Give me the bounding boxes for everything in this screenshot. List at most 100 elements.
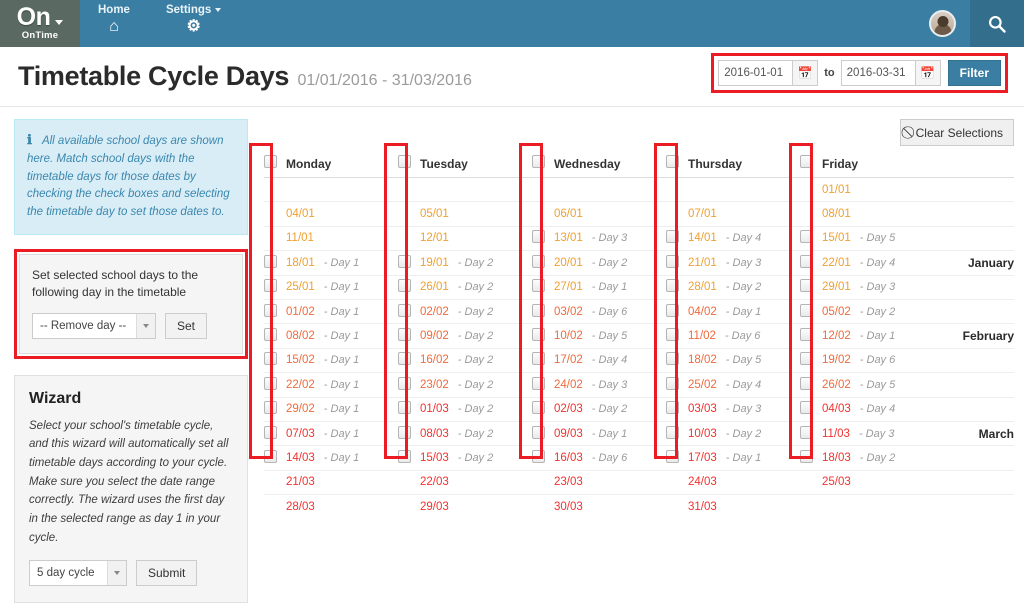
day-checkbox[interactable] (398, 352, 411, 366)
day-checkbox[interactable] (666, 254, 679, 268)
day-checkbox[interactable] (532, 376, 545, 390)
date-label: 16/02 (420, 354, 449, 367)
day-checkbox[interactable] (800, 352, 813, 366)
date-label: 01/03 (420, 403, 449, 416)
day-checkbox[interactable] (398, 376, 411, 390)
day-checkbox[interactable] (666, 352, 679, 366)
day-checkbox[interactable] (800, 303, 813, 317)
day-checkbox-cell (666, 372, 688, 398)
cycle-day-label: - Day 1 (323, 427, 360, 440)
cycle-day-label: - Day 3 (725, 403, 762, 416)
day-cell: 30/03 (554, 494, 666, 519)
month-cell (934, 201, 1014, 227)
select-all-wednesday-checkbox[interactable] (532, 155, 545, 168)
day-checkbox[interactable] (666, 425, 679, 439)
day-checkbox[interactable] (532, 303, 545, 317)
submit-button[interactable]: Submit (136, 560, 198, 587)
day-checkbox[interactable] (666, 376, 679, 390)
day-checkbox[interactable] (264, 303, 277, 317)
select-all-thursday-checkbox[interactable] (666, 155, 679, 168)
to-date-input[interactable] (840, 60, 915, 86)
date-label: 29/03 (420, 501, 449, 514)
month-cell (934, 372, 1014, 398)
day-checkbox-cell (264, 225, 286, 251)
select-all-monday-checkbox[interactable] (264, 155, 277, 168)
month-cell (934, 176, 1014, 202)
day-checkbox[interactable] (398, 303, 411, 317)
brand-top-row: On (17, 4, 64, 30)
day-cell: 19/01 - Day 2 (420, 250, 532, 276)
select-all-tuesday-checkbox[interactable] (398, 155, 411, 168)
day-checkbox-cell (666, 201, 688, 227)
day-checkbox[interactable] (398, 401, 411, 415)
day-checkbox[interactable] (264, 449, 277, 463)
date-label: 21/01 (688, 256, 717, 269)
day-checkbox[interactable] (264, 425, 277, 439)
column-header-monday: Monday (286, 151, 398, 178)
day-checkbox[interactable] (800, 279, 813, 293)
nav-item-home[interactable]: Home ⌂ (80, 0, 148, 47)
day-checkbox[interactable] (666, 449, 679, 463)
day-checkbox[interactable] (398, 328, 411, 342)
day-checkbox[interactable] (666, 401, 679, 415)
from-date-input[interactable] (718, 60, 793, 86)
day-checkbox-cell (398, 396, 420, 422)
day-checkbox[interactable] (800, 401, 813, 415)
day-checkbox[interactable] (264, 376, 277, 390)
day-checkbox[interactable] (264, 352, 277, 366)
date-label: 04/03 (822, 403, 851, 416)
day-checkbox[interactable] (800, 230, 813, 244)
cycle-day-label: - Day 2 (457, 256, 494, 269)
day-checkbox[interactable] (800, 425, 813, 439)
avatar[interactable] (929, 10, 956, 37)
day-checkbox[interactable] (532, 449, 545, 463)
cycle-day-label: - Day 1 (323, 330, 360, 343)
from-calendar-icon[interactable]: 📅 (792, 60, 819, 86)
day-checkbox[interactable] (666, 328, 679, 342)
cycle-day-label: - Day 4 (725, 378, 762, 391)
day-checkbox[interactable] (398, 449, 411, 463)
day-checkbox[interactable] (666, 279, 679, 293)
cycle-day-label: - Day 1 (323, 281, 360, 294)
day-cell: 14/01 - Day 4 (688, 225, 800, 251)
chevron-down-icon (215, 8, 222, 12)
day-checkbox[interactable] (264, 401, 277, 415)
day-checkbox[interactable] (532, 279, 545, 293)
set-button[interactable]: Set (165, 312, 208, 339)
select-all-friday-checkbox[interactable] (800, 155, 813, 168)
to-calendar-icon[interactable]: 📅 (914, 60, 941, 86)
day-checkbox[interactable] (398, 425, 411, 439)
day-checkbox[interactable] (532, 352, 545, 366)
day-checkbox[interactable] (800, 328, 813, 342)
day-checkbox[interactable] (264, 328, 277, 342)
timetable-day-select[interactable]: -- Remove day -- (32, 312, 156, 339)
day-checkbox-cell (532, 469, 554, 495)
brand-logo[interactable]: On OnTime (0, 0, 80, 47)
day-checkbox[interactable] (532, 328, 545, 342)
day-checkbox[interactable] (398, 279, 411, 293)
calendar-area: ⃠ Clear Selections Monday Tuesday Wednesda… (248, 119, 1014, 603)
set-day-panel-text: Set selected school days to the followin… (32, 268, 199, 300)
cycle-select[interactable]: 5 day cycle (29, 560, 127, 587)
day-checkbox[interactable] (800, 449, 813, 463)
day-checkbox[interactable] (532, 425, 545, 439)
day-checkbox[interactable] (532, 230, 545, 244)
day-checkbox[interactable] (532, 401, 545, 415)
filter-button[interactable]: Filter (947, 60, 1001, 86)
day-checkbox[interactable] (800, 254, 813, 268)
day-checkbox[interactable] (800, 376, 813, 390)
day-cell: 18/02 - Day 5 (688, 347, 800, 373)
nav-item-settings[interactable]: Settings ⚙ (148, 0, 239, 47)
day-checkbox[interactable] (264, 254, 277, 268)
day-checkbox[interactable] (398, 254, 411, 268)
day-checkbox-cell (264, 298, 286, 324)
select-all-tuesday-cell (398, 151, 420, 178)
cycle-day-label: - Day 2 (725, 281, 762, 294)
search-button[interactable] (970, 0, 1024, 47)
clear-selections-button[interactable]: ⃠ Clear Selections (899, 119, 1014, 146)
day-checkbox[interactable] (532, 254, 545, 268)
date-label: 10/02 (554, 330, 583, 343)
day-checkbox[interactable] (264, 279, 277, 293)
day-checkbox[interactable] (666, 303, 679, 317)
day-checkbox[interactable] (666, 230, 679, 244)
